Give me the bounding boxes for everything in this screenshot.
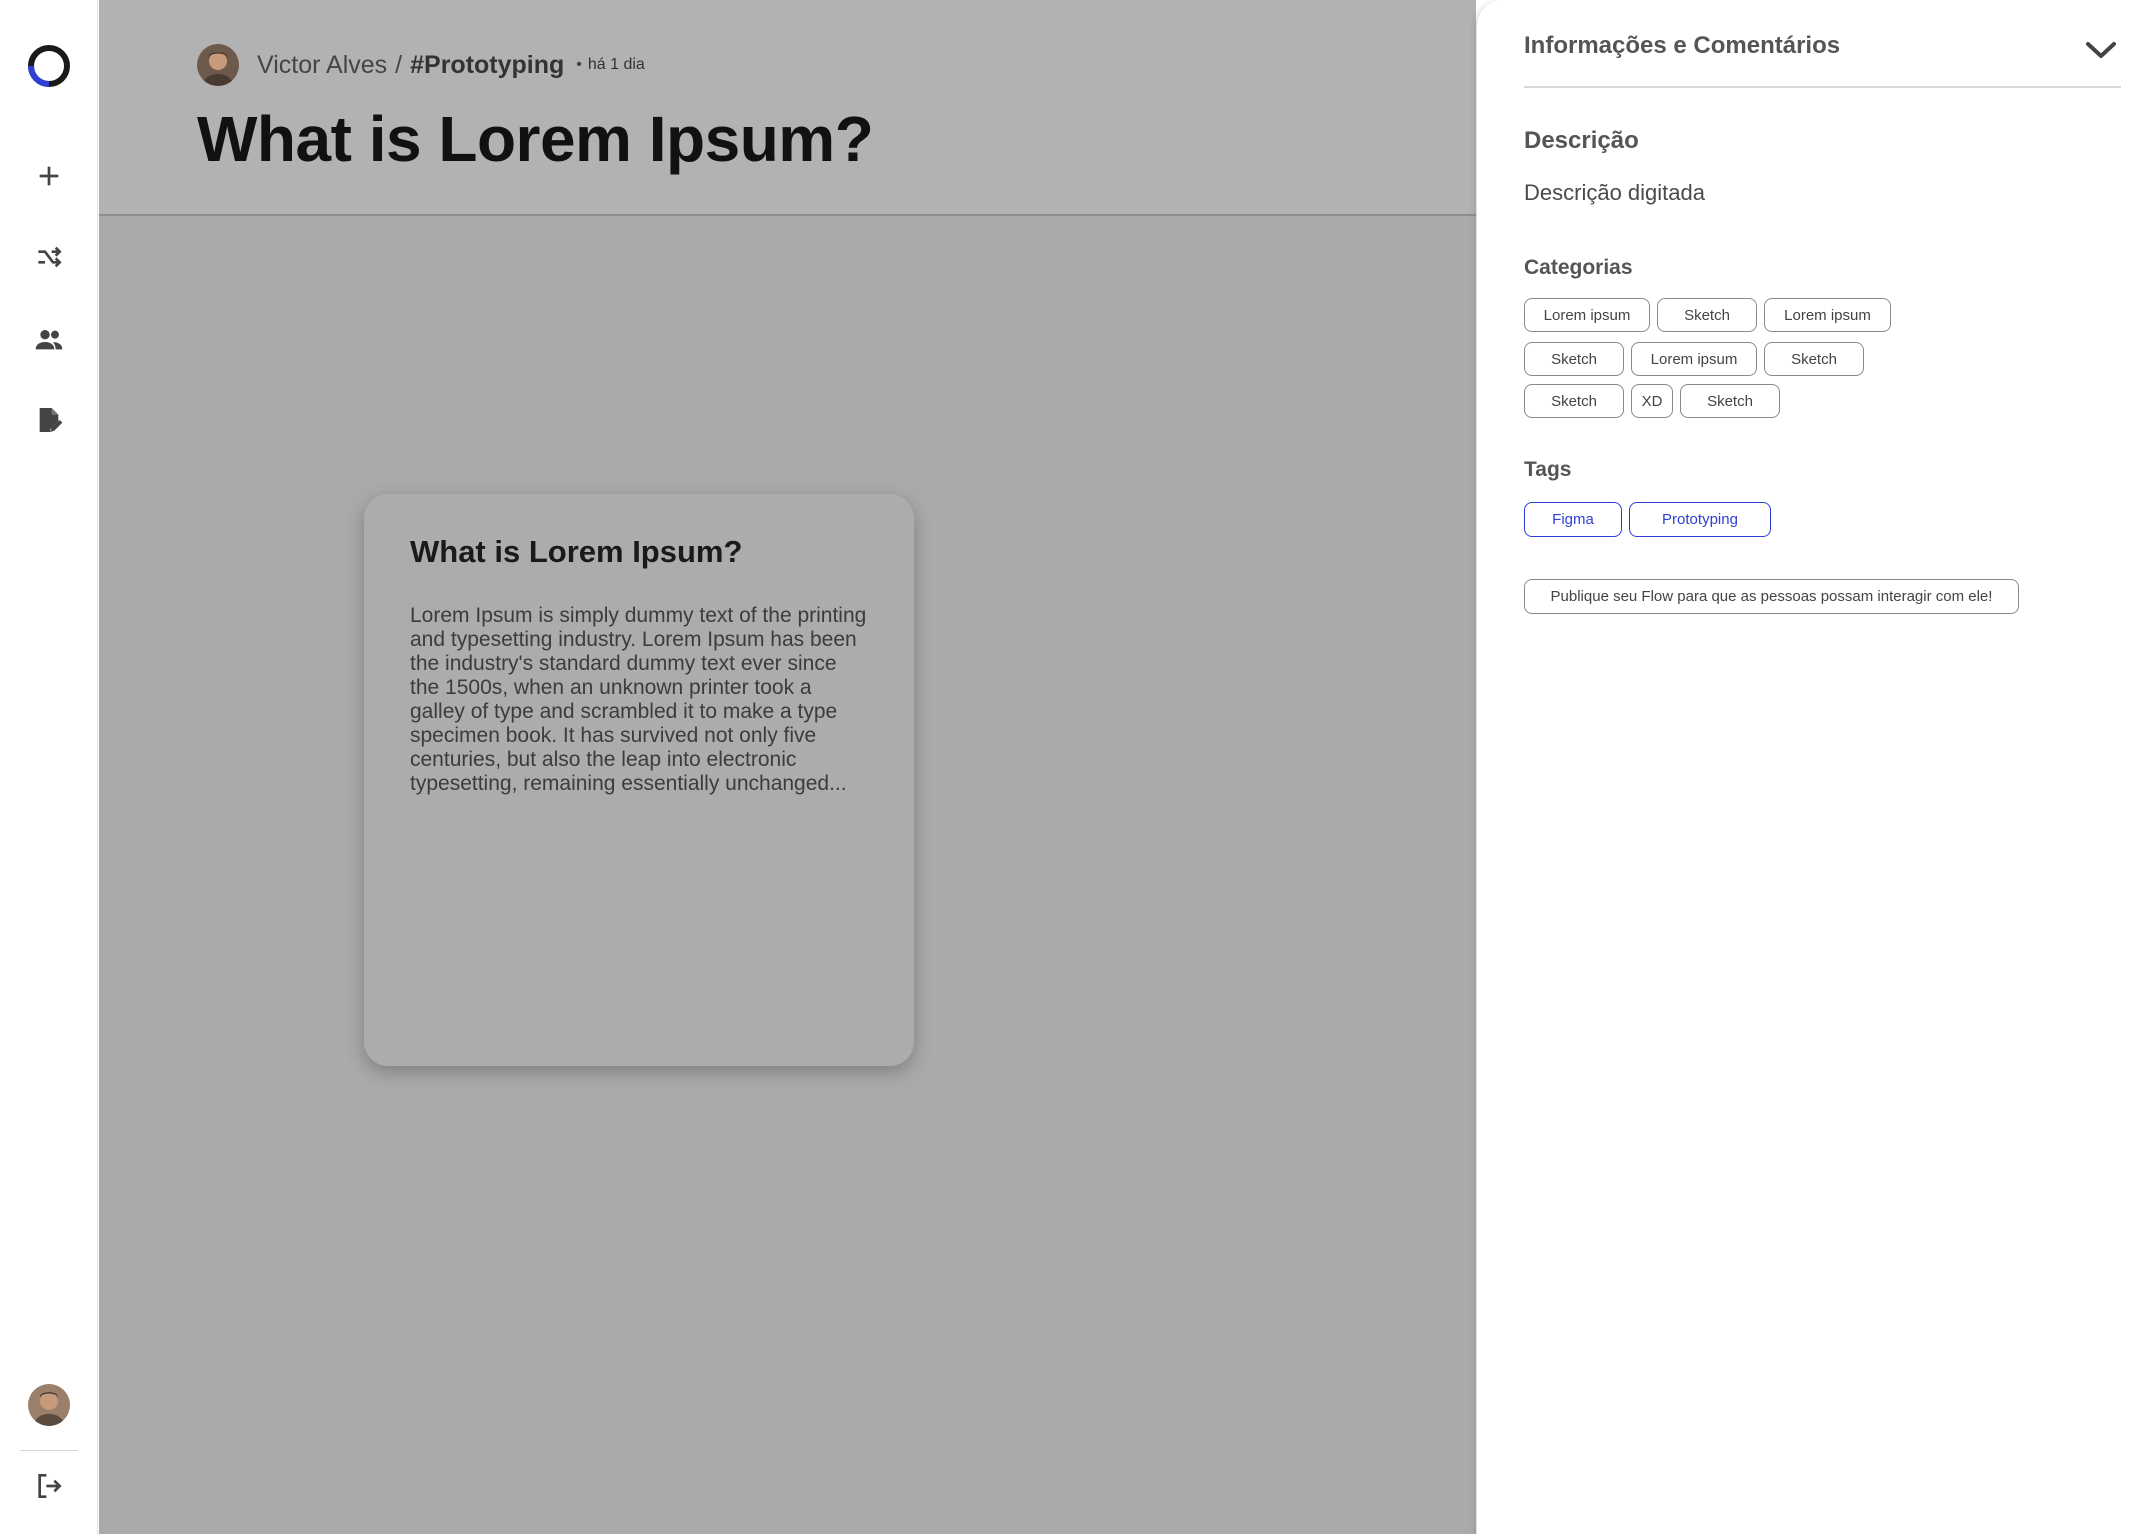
category-chip[interactable]: Sketch <box>1524 342 1624 376</box>
page-title: What is Lorem Ipsum? <box>197 103 874 175</box>
card-title: What is Lorem Ipsum? <box>410 534 743 569</box>
byline-separator: / <box>395 50 403 79</box>
people-icon <box>35 330 63 350</box>
category-chip[interactable]: Sketch <box>1764 342 1864 376</box>
category-chip[interactable]: Sketch <box>1657 298 1757 332</box>
logout-icon <box>38 1474 62 1498</box>
description-title: Descrição <box>1524 127 1639 154</box>
categories-row-1: Lorem ipsum Sketch Lorem ipsum <box>1524 298 1891 332</box>
author-name[interactable]: Victor Alves <box>257 51 387 80</box>
categories-row-3: Sketch XD Sketch <box>1524 384 1780 418</box>
category-chip[interactable]: Sketch <box>1680 384 1780 418</box>
main-content: Victor Alves / #Prototyping • há 1 dia W… <box>99 0 1476 1534</box>
add-icon <box>39 166 59 186</box>
category-chip[interactable]: Lorem ipsum <box>1524 298 1650 332</box>
flow-logo[interactable] <box>26 43 72 89</box>
chevron-down-icon <box>2086 42 2116 58</box>
author-avatar[interactable] <box>197 44 239 86</box>
shuffle-button[interactable] <box>29 237 69 277</box>
category-chip[interactable]: Lorem ipsum <box>1631 342 1757 376</box>
user-avatar[interactable] <box>28 1384 70 1426</box>
byline-dot: • <box>576 56 582 73</box>
edit-document-button[interactable] <box>29 400 69 440</box>
shuffle-icon <box>38 246 62 268</box>
community-link[interactable]: #Prototyping <box>410 51 564 80</box>
logout-button[interactable] <box>29 1466 69 1506</box>
description-text: Descrição digitada <box>1524 180 1705 205</box>
tags-title: Tags <box>1524 458 1572 481</box>
sidebar-divider <box>20 1450 78 1451</box>
categories-title: Categorias <box>1524 256 1633 279</box>
panel-title: Informações e Comentários <box>1524 32 1841 59</box>
tag-chip-figma[interactable]: Figma <box>1524 502 1622 537</box>
collapse-button[interactable] <box>2081 30 2121 70</box>
tag-chip-prototyping[interactable]: Prototyping <box>1629 502 1771 537</box>
panel-header: Informações e Comentários <box>1524 30 2121 88</box>
card-text: Lorem Ipsum is simply dummy text of the … <box>410 604 867 795</box>
byline: Victor Alves / #Prototyping • há 1 dia <box>197 44 645 86</box>
publish-button[interactable]: Publique seu Flow para que as pessoas po… <box>1524 579 2019 614</box>
community-button[interactable] <box>29 320 69 360</box>
categories-row-2: Sketch Lorem ipsum Sketch <box>1524 342 1864 376</box>
edit-document-icon <box>39 408 63 432</box>
category-chip[interactable]: XD <box>1631 384 1673 418</box>
post-time: há 1 dia <box>587 56 645 73</box>
category-chip[interactable]: Sketch <box>1524 384 1624 418</box>
add-button[interactable] <box>29 156 69 196</box>
sidebar <box>0 0 98 1534</box>
post-header: Victor Alves / #Prototyping • há 1 dia W… <box>99 0 1476 216</box>
flow-card[interactable]: What is Lorem Ipsum? Lorem Ipsum is simp… <box>364 494 914 1066</box>
tags-row: Figma Prototyping <box>1524 502 1771 537</box>
info-panel: Informações e Comentários Descrição Desc… <box>1476 0 2152 1534</box>
category-chip[interactable]: Lorem ipsum <box>1764 298 1891 332</box>
